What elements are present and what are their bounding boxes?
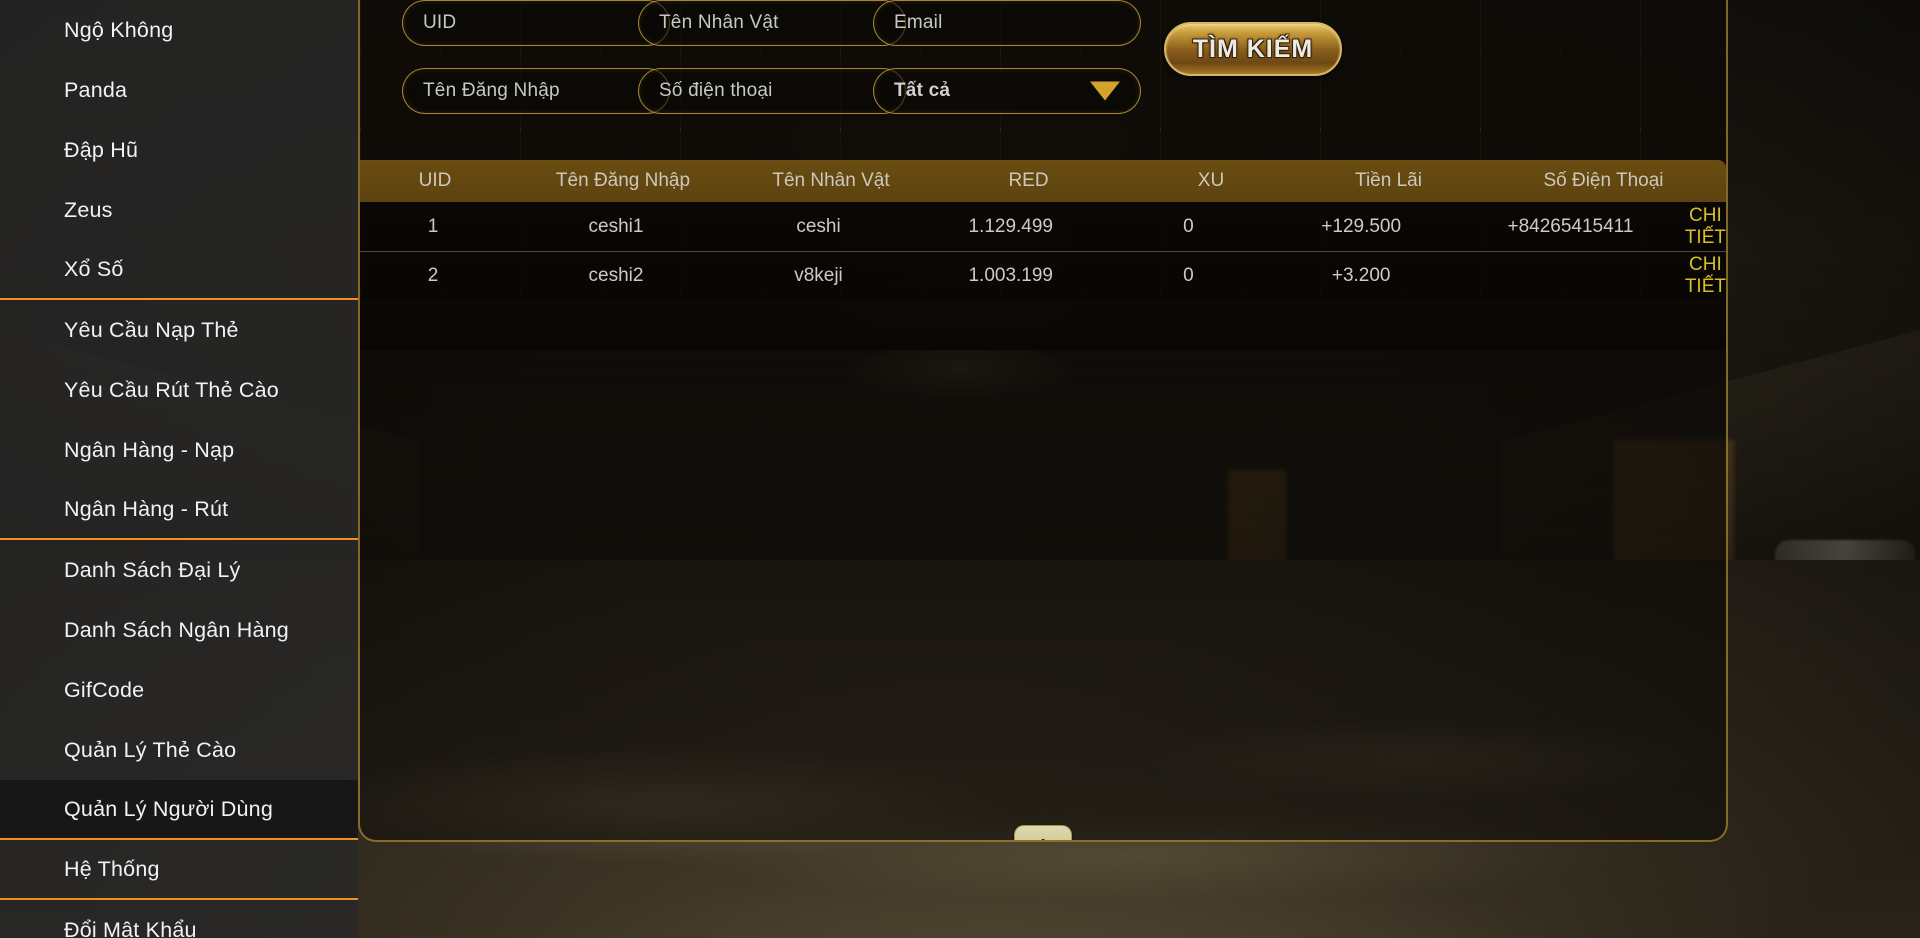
cell-charname: ceshi [796,215,841,237]
charname-input-placeholder: Tên Nhân Vật [659,12,779,33]
sidebar-item-label: Ngộ Không [64,17,174,42]
sidebar-item-label: Zeus [64,197,113,222]
column-header-red: RED [1008,170,1049,191]
phone-input-placeholder: Số điện thoại [659,80,773,101]
chevron-left-icon[interactable] [358,0,360,64]
username-input[interactable]: Tên Đăng Nhập [402,68,670,114]
sidebar-item-yeu-cau-rut-the-cao[interactable]: Yêu Cầu Rút Thẻ Cào [0,360,358,420]
column-header-uid: UID [418,170,452,191]
email-input-placeholder: Email [894,12,943,33]
sidebar-item-dap-hu[interactable]: Đập Hũ [0,120,358,180]
search-button[interactable]: TÌM KIẾM [1164,22,1342,76]
column-header-tien-lai: Tiền Lãi [1355,170,1422,191]
status-filter-value: Tất cả [894,80,951,101]
sidebar: Ngộ Không Panda Đập Hũ Zeus Xổ Số Yêu Cầ… [0,0,358,938]
chevron-down-icon [1090,81,1120,101]
panel-glass-overlay [360,350,1726,840]
sidebar-item-danh-sach-ngan-hang[interactable]: Danh Sách Ngân Hàng [0,600,358,660]
sidebar-item-yeu-cau-nap-the[interactable]: Yêu Cầu Nạp Thẻ [0,300,358,360]
sidebar-item-gifcode[interactable]: GifCode [0,660,358,720]
sidebar-item-zeus[interactable]: Zeus [0,180,358,240]
search-button-label: TÌM KIẾM [1192,34,1314,63]
sidebar-item-label: Yêu Cầu Nạp Thẻ [64,317,239,342]
username-input-placeholder: Tên Đăng Nhập [423,80,560,101]
sidebar-item-label: Đập Hũ [64,137,139,162]
cell-uid: 2 [427,265,439,286]
sidebar-item-quan-ly-nguoi-dung[interactable]: Quản Lý Người Dùng [0,780,358,840]
sidebar-item-label: Xổ Số [64,256,124,281]
sidebar-item-danh-sach-dai-ly[interactable]: Danh Sách Đại Lý [0,540,358,600]
sidebar-item-label: Quản Lý Người Dùng [64,796,273,821]
cell-tien-lai: +129.500 [1321,215,1402,237]
table-row[interactable]: 1 ceshi1 ceshi 1.129.499 0 +129.500 +842… [360,202,1726,251]
uid-input[interactable]: UID [402,0,670,46]
users-table: UID Tên Đăng Nhập Tên Nhân Vật RED XU Ti… [360,160,1726,300]
content-panel: UID Tên Nhân Vật Email Tên Đăng Nhập Số … [358,0,1728,842]
sidebar-item-label: Hệ Thống [64,856,160,881]
charname-input[interactable]: Tên Nhân Vật [638,0,906,46]
cell-red: 1.003.199 [968,265,1053,286]
uid-input-placeholder: UID [423,12,457,33]
sidebar-item-label: Danh Sách Ngân Hàng [64,617,289,642]
phone-input[interactable]: Số điện thoại [638,68,906,114]
sidebar-item-ngan-hang-nap[interactable]: Ngân Hàng - Nạp [0,420,358,480]
sidebar-item-label: Panda [64,77,128,102]
sidebar-item-panda[interactable]: Panda [0,60,358,120]
cell-red: 1.129.499 [968,215,1053,237]
cell-actions: CHI TIẾT [1685,254,1726,298]
sidebar-item-ngo-khong[interactable]: Ngộ Không [0,0,358,60]
detail-link[interactable]: CHI TIẾT [1685,254,1726,297]
cell-xu: 0 [1183,215,1194,237]
cell-username: ceshi2 [588,265,644,286]
sidebar-item-label: Ngân Hàng - Rút [64,496,229,521]
cell-tien-lai: +3.200 [1331,265,1391,286]
sidebar-item-he-thong[interactable]: Hệ Thống [0,840,358,900]
pagination: 1 [360,825,1726,840]
column-header-username: Tên Đăng Nhập [555,170,691,191]
sidebar-item-label: Ngân Hàng - Nạp [64,437,235,462]
table-header-row: UID Tên Đăng Nhập Tên Nhân Vật RED XU Ti… [360,160,1726,202]
sidebar-item-doi-mat-khau[interactable]: Đổi Mật Khẩu [0,900,358,938]
page-button-1[interactable]: 1 [1014,825,1072,840]
cell-phone: +84265415411 [1507,215,1634,237]
column-header-charname: Tên Nhân Vật [772,170,890,191]
sidebar-item-label: GifCode [64,677,145,702]
sidebar-item-label: Danh Sách Đại Lý [64,557,241,582]
cell-actions: CHI TIẾT [1685,205,1726,249]
sidebar-item-xo-so[interactable]: Xổ Số [0,240,358,300]
cell-username: ceshi1 [588,215,644,237]
cell-charname: v8keji [794,265,843,286]
column-header-xu: XU [1197,170,1225,191]
sidebar-item-label: Đổi Mật Khẩu [64,917,197,938]
table-row[interactable]: 2 ceshi2 v8keji 1.003.199 0 +3.200 CHI T… [360,251,1726,300]
sidebar-item-label: Yêu Cầu Rút Thẻ Cào [64,377,279,402]
status-filter-select[interactable]: Tất cả [873,68,1141,114]
email-input[interactable]: Email [873,0,1141,46]
cell-xu: 0 [1183,265,1194,286]
detail-link[interactable]: CHI TIẾT [1685,205,1726,248]
column-header-phone: Số Điện Thoại [1543,170,1664,191]
cell-uid: 1 [427,215,439,237]
sidebar-item-ngan-hang-rut[interactable]: Ngân Hàng - Rút [0,480,358,540]
sidebar-item-quan-ly-the-cao[interactable]: Quản Lý Thẻ Cào [0,720,358,780]
sidebar-item-label: Quản Lý Thẻ Cào [64,737,237,762]
